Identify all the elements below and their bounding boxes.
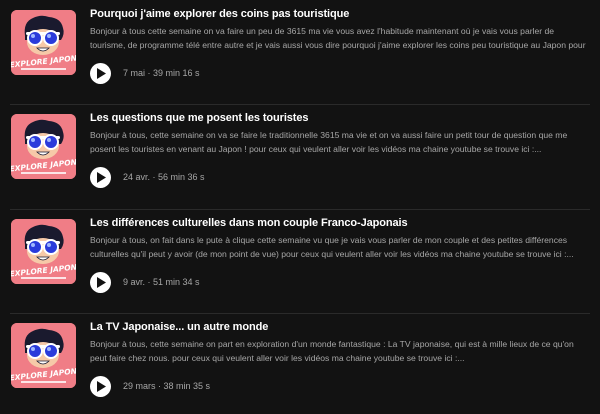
episode-duration: 38 min 35 s xyxy=(163,381,211,391)
play-icon xyxy=(97,277,106,288)
episode-row[interactable]: EXPLORE JAPON Pourquoi j'aime explorer d… xyxy=(0,0,600,104)
meta-separator: · xyxy=(150,172,159,182)
episode-title[interactable]: Les questions que me posent les touriste… xyxy=(90,112,309,124)
play-icon xyxy=(97,381,106,392)
meta-separator: · xyxy=(145,68,154,78)
episode-duration: 56 min 36 s xyxy=(158,172,205,182)
episode-description: Bonjour à tous, cette semaine on va se f… xyxy=(90,130,568,154)
episode-meta: 24 avr. · 56 min 36 s xyxy=(123,172,205,182)
row-divider xyxy=(10,104,590,105)
episode-date: 29 mars xyxy=(123,381,156,391)
episode-description: Bonjour à tous cette semaine on va faire… xyxy=(90,26,586,50)
podcast-cover-image[interactable]: EXPLORE JAPON xyxy=(11,219,76,284)
episode-row[interactable]: EXPLORE JAPON Les questions que me posen… xyxy=(0,104,600,208)
episode-meta: 29 mars · 38 min 35 s xyxy=(123,381,210,391)
play-icon xyxy=(97,68,106,79)
row-divider xyxy=(10,313,590,314)
episode-title[interactable]: Pourquoi j'aime explorer des coins pas t… xyxy=(90,8,349,20)
episode-description: Bonjour à tous, on fait dans le pute à c… xyxy=(90,235,574,259)
play-button[interactable] xyxy=(90,63,111,84)
episode-row[interactable]: EXPLORE JAPON La TV Japonaise... un autr… xyxy=(0,313,600,414)
play-button[interactable] xyxy=(90,272,111,293)
play-icon xyxy=(97,172,106,183)
episode-description: Bonjour à tous, cette semaine on part en… xyxy=(90,339,574,363)
episode-date: 7 mai xyxy=(123,68,146,78)
episode-list: EXPLORE JAPON Pourquoi j'aime explorer d… xyxy=(0,0,600,414)
episode-duration: 51 min 34 s xyxy=(153,277,200,287)
podcast-cover-image[interactable]: EXPLORE JAPON xyxy=(11,10,76,75)
play-button[interactable] xyxy=(90,167,111,188)
podcast-cover-image[interactable]: EXPLORE JAPON xyxy=(11,114,76,179)
meta-separator: · xyxy=(145,277,154,287)
episode-title[interactable]: Les différences culturelles dans mon cou… xyxy=(90,217,408,229)
episode-date: 24 avr. xyxy=(123,172,151,182)
episode-title[interactable]: La TV Japonaise... un autre monde xyxy=(90,321,268,333)
episode-date: 9 avr. xyxy=(123,277,146,287)
episode-meta: 7 mai · 39 min 16 s xyxy=(123,68,200,78)
episode-row[interactable]: EXPLORE JAPON Les différences culturelle… xyxy=(0,209,600,313)
row-divider xyxy=(10,209,590,210)
podcast-cover-image[interactable]: EXPLORE JAPON xyxy=(11,323,76,388)
episode-duration: 39 min 16 s xyxy=(153,68,200,78)
episode-meta: 9 avr. · 51 min 34 s xyxy=(123,277,200,287)
play-button[interactable] xyxy=(90,376,111,397)
meta-separator: · xyxy=(155,381,164,391)
